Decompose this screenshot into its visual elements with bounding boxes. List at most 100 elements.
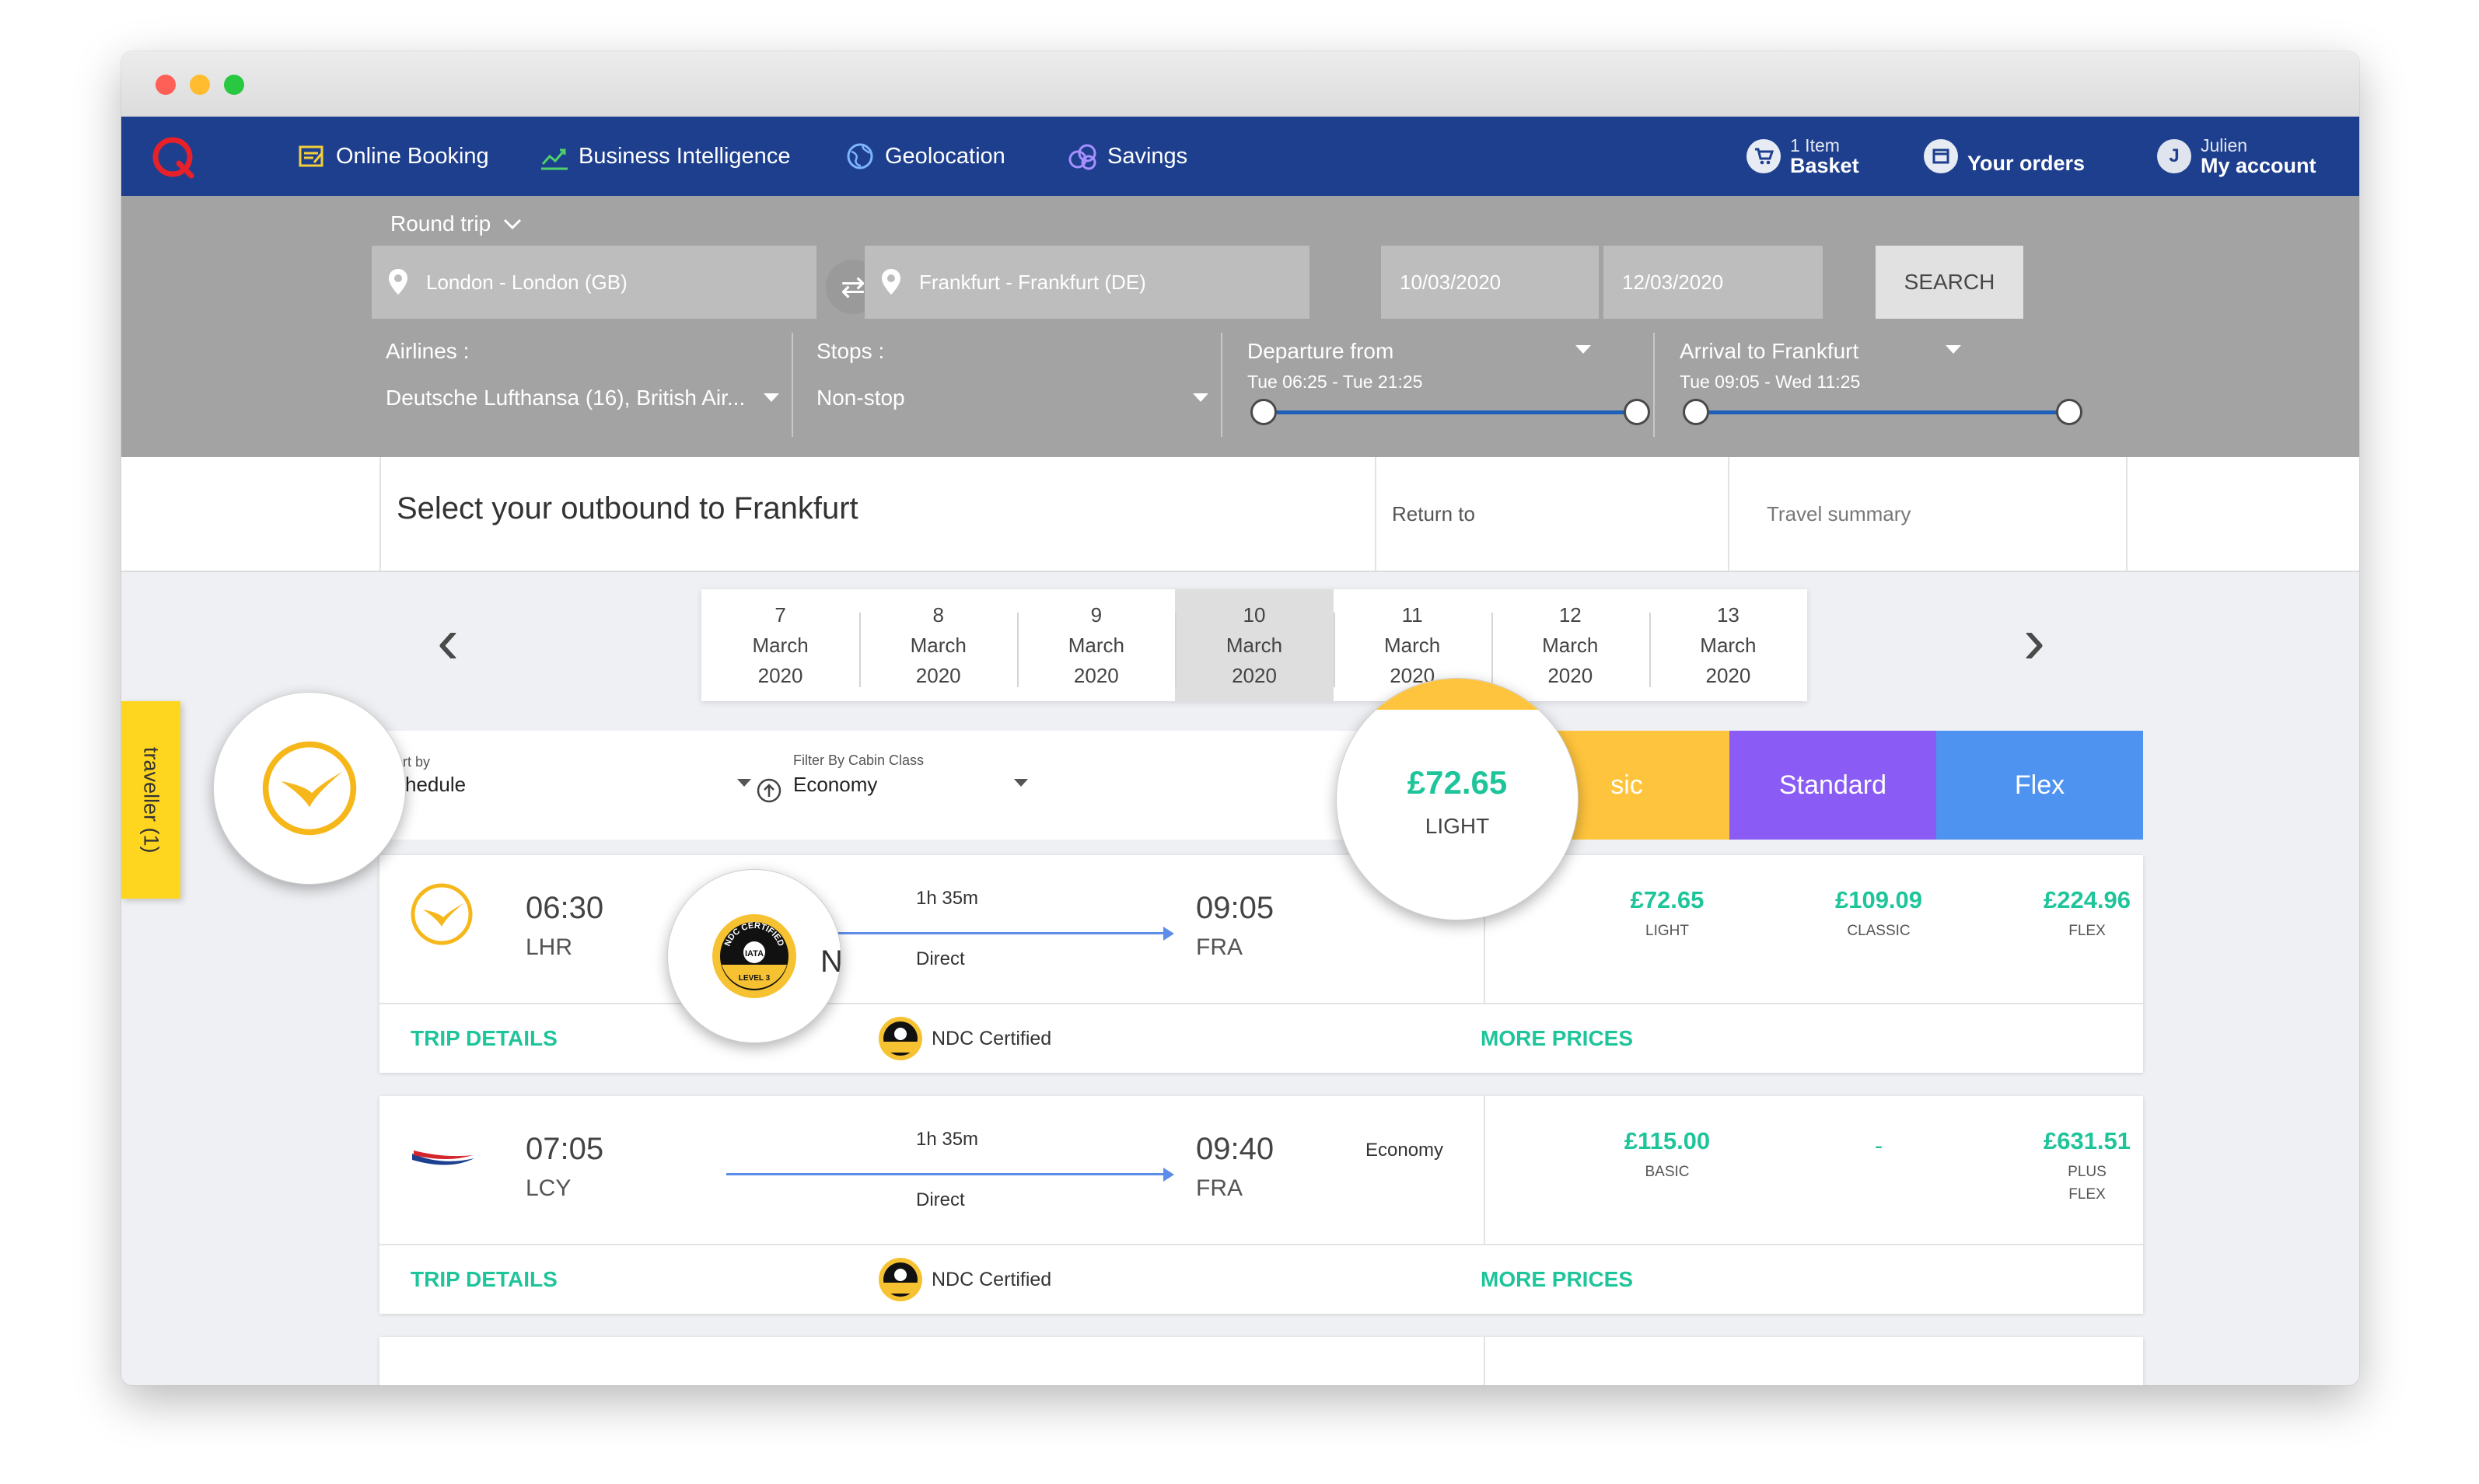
return-to-step[interactable]: Return to: [1392, 502, 1475, 526]
airlines-label: Airlines :: [386, 339, 470, 363]
nav-label-savings: Savings: [1107, 143, 1188, 169]
magnified-text-fragment: N: [820, 945, 841, 979]
divider: [1221, 333, 1222, 437]
sort-icon[interactable]: [756, 777, 782, 804]
cabin-class: Economy: [1365, 1140, 1444, 1161]
account-user-name: Julien: [2201, 134, 2248, 155]
more-prices-link[interactable]: MORE PRICES: [1481, 1267, 1633, 1292]
fare-name: FLEX: [2068, 923, 2106, 939]
price-flex[interactable]: £224.96: [2002, 886, 2173, 914]
divider: [1653, 333, 1655, 437]
date-day: 10: [1243, 602, 1266, 627]
price-basic[interactable]: £72.65: [1582, 886, 1753, 914]
trip-type-dropdown[interactable]: Round trip: [390, 211, 522, 236]
step-header: Select your outbound to Frankfurt Return…: [121, 457, 2359, 572]
return-date-field[interactable]: 12/03/2020: [1603, 246, 1823, 319]
departure-slider-start-handle[interactable]: [1250, 399, 1277, 425]
origin-field[interactable]: London - London (GB): [372, 246, 816, 319]
flight-summary[interactable]: [379, 1096, 2143, 1245]
minimize-window-button[interactable]: [190, 75, 210, 95]
avatar-icon: J: [2157, 139, 2191, 173]
destination-field[interactable]: Frankfurt - Frankfurt (DE): [865, 246, 1309, 319]
date-option[interactable]: 9 March 2020: [1017, 589, 1175, 701]
depart-date-field[interactable]: 10/03/2020: [1381, 246, 1599, 319]
flight-card[interactable]: [379, 1337, 2143, 1385]
account-button[interactable]: J Julien My account: [2157, 117, 2316, 196]
nav-business-intelligence[interactable]: Business Intelligence: [537, 117, 790, 196]
magnified-price: £72.65: [1407, 764, 1508, 801]
basket-label: Basket: [1790, 153, 1859, 177]
chevron-right-icon[interactable]: ›: [2023, 608, 2045, 673]
chevron-down-icon: [1575, 345, 1591, 354]
search-button[interactable]: SEARCH: [1876, 246, 2023, 319]
airlines-dropdown[interactable]: Deutsche Lufthansa (16), British Air...: [386, 386, 745, 410]
chevron-left-icon[interactable]: ‹: [437, 608, 459, 673]
nav-online-booking[interactable]: Online Booking: [294, 117, 489, 196]
arrow-right-icon: [1163, 1168, 1174, 1182]
destination-value: Frankfurt - Frankfurt (DE): [919, 270, 1146, 294]
price-flex[interactable]: £631.51: [2002, 1127, 2173, 1155]
nav-geolocation[interactable]: Geolocation: [843, 117, 1005, 196]
trip-type-value: Round trip: [390, 211, 491, 236]
date-month: March: [1068, 633, 1124, 657]
date-year: 2020: [1232, 663, 1277, 687]
traveller-tab[interactable]: traveller (1): [121, 701, 180, 899]
travel-summary-step[interactable]: Travel summary: [1767, 502, 1911, 526]
departure-slider-end-handle[interactable]: [1624, 399, 1650, 425]
fare-name: BASIC: [1645, 1164, 1690, 1180]
pin-icon: [882, 269, 900, 295]
fare-tab-standard-label: Standard: [1779, 770, 1886, 800]
basket-count: 1 Item: [1790, 134, 1840, 155]
date-month: March: [1542, 633, 1599, 657]
date-year: 2020: [1705, 663, 1751, 687]
fare-tab-flex[interactable]: Flex: [1936, 731, 2143, 840]
divider: [2126, 457, 2128, 571]
cabin-filter-dropdown[interactable]: Economy: [793, 773, 877, 797]
date-month: March: [752, 633, 809, 657]
fare-tab-standard[interactable]: Standard: [1729, 731, 1936, 840]
nav-savings[interactable]: Savings: [1065, 117, 1187, 196]
nav-label-online-booking: Online Booking: [336, 143, 489, 169]
orders-label: Your orders: [1967, 151, 2086, 175]
basket-button[interactable]: 1 Item Basket: [1746, 117, 1859, 196]
stops-dropdown[interactable]: Non-stop: [816, 386, 905, 410]
chevron-down-icon: [1014, 779, 1028, 787]
more-prices-link[interactable]: MORE PRICES: [1481, 1026, 1633, 1051]
crane-icon: [411, 883, 473, 945]
close-window-button[interactable]: [156, 75, 176, 95]
orders-button[interactable]: Your orders: [1924, 117, 2085, 196]
ndc-stamp-magnifier: NDC CERTIFIED IATA LEVEL 3 N: [667, 869, 841, 1043]
date-year: 2020: [915, 663, 961, 687]
date-option[interactable]: 13 March 2020: [1649, 589, 1807, 701]
nav-label-geolocation: Geolocation: [885, 143, 1005, 169]
price-standard[interactable]: £109.09: [1793, 886, 1964, 914]
date-day: 13: [1716, 602, 1739, 627]
crane-icon: [262, 741, 357, 836]
arrival-label: Arrival to Frankfurt: [1680, 339, 1859, 363]
arrival-slider-end-handle[interactable]: [2056, 399, 2082, 425]
chevron-down-icon: [1193, 393, 1208, 402]
departure-slider-track[interactable]: [1264, 410, 1636, 414]
fare-name: CLASSIC: [1847, 923, 1911, 939]
trip-details-link[interactable]: TRIP DETAILS: [411, 1267, 558, 1292]
date-year: 2020: [757, 663, 803, 687]
savings-icon: [1068, 144, 1096, 170]
trip-details-link[interactable]: TRIP DETAILS: [411, 1026, 558, 1051]
ndc-certified-label: NDC Certified: [932, 1028, 1052, 1049]
arrival-slider-start-handle[interactable]: [1683, 399, 1709, 425]
chevron-down-icon: [764, 393, 779, 402]
date-option[interactable]: 8 March 2020: [859, 589, 1017, 701]
arrow-right-icon: [1163, 927, 1174, 941]
maximize-window-button[interactable]: [224, 75, 244, 95]
date-option[interactable]: 7 March 2020: [701, 589, 859, 701]
price-basic[interactable]: £115.00: [1582, 1127, 1753, 1155]
flight-card: 06:30 LHR 1h 35m Direct 09:05 FRA £72.65…: [379, 855, 2143, 1073]
date-option-selected[interactable]: 10 March 2020: [1175, 589, 1334, 701]
arrival-slider-track[interactable]: [1697, 410, 2068, 414]
departure-time: 07:05: [526, 1132, 604, 1166]
logo-icon[interactable]: [148, 132, 198, 182]
flight-duration: 1h 35m: [916, 1129, 979, 1150]
chevron-down-icon: [1946, 345, 1961, 354]
origin-value: London - London (GB): [426, 270, 628, 294]
fare-tab-basic-label: sic: [1610, 770, 1643, 800]
